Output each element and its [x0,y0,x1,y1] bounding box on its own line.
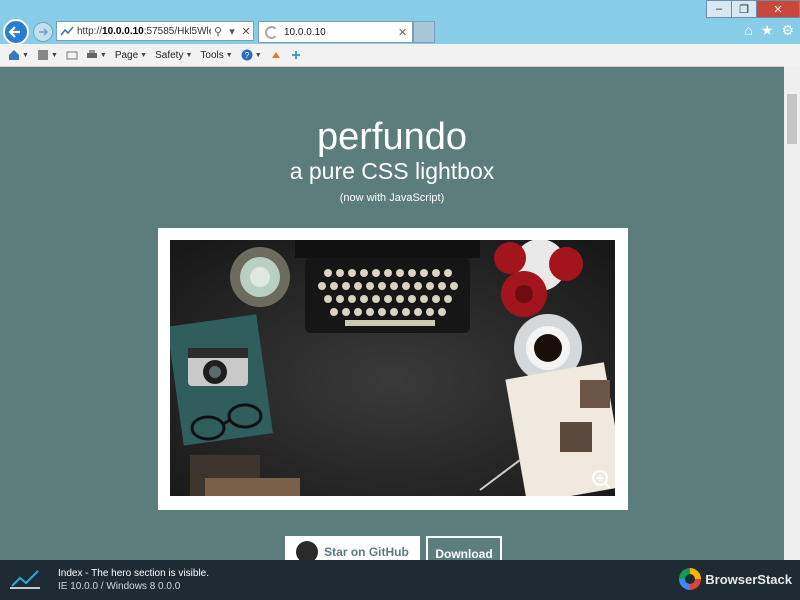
help-menu[interactable]: ? ▼ [241,49,262,61]
svg-text:?: ? [244,51,249,60]
chevron-down-icon: ▼ [50,51,58,59]
scrollbar-thumb[interactable] [787,94,797,144]
page-note: (now with JavaScript) [339,192,445,204]
forward-arrow-icon [39,28,49,36]
status-message: Index - The hero section is visible. [58,568,210,579]
home-toolbar-icon [9,50,19,60]
site-icon [60,26,74,36]
new-tab-button[interactable] [413,21,435,43]
github-button-label: Star on GitHub [324,545,409,559]
chevron-down-icon: ▼ [225,51,233,59]
tools-menu[interactable]: Tools ▼ [200,50,232,61]
page-subtitle: a pure CSS lightbox [289,158,495,184]
settings-gear-icon[interactable]: ⚙ [781,22,794,39]
translate-icon [291,51,300,59]
chevron-down-icon: ▼ [99,51,107,59]
hero-image[interactable] [170,240,615,496]
status-bar: Index - The hero section is visible. IE … [0,560,800,600]
feeds-menu[interactable]: ▼ [37,49,58,61]
safety-menu[interactable]: Safety ▼ [155,50,192,61]
browserstack-icon [679,568,702,590]
print-icon [86,50,97,58]
safety-menu-label: Safety [155,49,184,61]
browser-right-icons: ⌂ ★ ⚙ [744,22,794,39]
chevron-down-icon: ▼ [22,51,29,59]
chevron-down-icon: ▼ [254,51,262,59]
mail-button[interactable] [66,49,78,61]
print-menu[interactable]: ▼ [86,49,107,61]
research-icon [271,52,280,58]
stop-icon[interactable]: ✕ [239,25,253,38]
home-icon[interactable]: ⌂ [744,22,752,39]
hero-section: perfundo a pure CSS lightbox (now with J… [0,66,784,571]
browserstack-brand: BrowserStack [705,571,792,587]
home-menu[interactable]: ▼ [8,49,29,61]
extra-tool-2[interactable] [290,49,302,61]
typewriter-desk-photo [170,240,615,496]
status-chart-icon [10,570,40,589]
loading-icon [265,25,278,39]
help-icon: ? [241,49,253,61]
browserstack-logo: BrowserStack [679,568,792,590]
dropdown-icon[interactable]: ▾ [225,25,239,38]
browser-chrome: – ❐ ✕ http://10.0.0.10:57585/Hkl5WleYY ⚲… [0,0,800,67]
command-bar: ▼ ▼ ▼ Page ▼ Safety ▼ Tools ▼ ? ▼ [0,44,800,67]
search-icon[interactable]: ⚲ [211,25,225,38]
browser-tab[interactable]: 10.0.0.10 ✕ [258,21,413,43]
chevron-down-icon: ▼ [140,51,148,59]
mail-icon [66,51,78,60]
restore-button[interactable]: ❐ [731,0,757,18]
page-menu[interactable]: Page ▼ [115,50,147,61]
lightbox-thumbnail[interactable] [158,228,628,510]
page-menu-label: Page [114,49,139,61]
minimize-button[interactable]: – [706,0,732,18]
address-url: http://10.0.0.10:57585/Hkl5WleYY [77,25,211,37]
close-tab-icon[interactable]: ✕ [398,26,412,39]
chevron-down-icon: ▼ [185,51,193,59]
download-button-label: Download [435,546,493,561]
address-bar[interactable]: http://10.0.0.10:57585/Hkl5WleYY ⚲ ▾ ✕ [56,21,254,41]
tools-menu-label: Tools [200,49,224,61]
window-controls: – ❐ ✕ [706,0,800,18]
rss-icon [37,50,48,60]
back-arrow-icon [8,26,20,38]
extra-tool-1[interactable] [270,49,282,61]
browser-os-info: IE 10.0.0 / Windows 8 0.0.0 [58,581,181,592]
tab-title: 10.0.0.10 [284,26,326,38]
close-window-button[interactable]: ✕ [756,0,800,18]
forward-button[interactable] [33,22,53,42]
page-title: perfundo [316,116,467,158]
back-button[interactable] [3,19,29,45]
favorites-star-icon[interactable]: ★ [761,22,774,39]
